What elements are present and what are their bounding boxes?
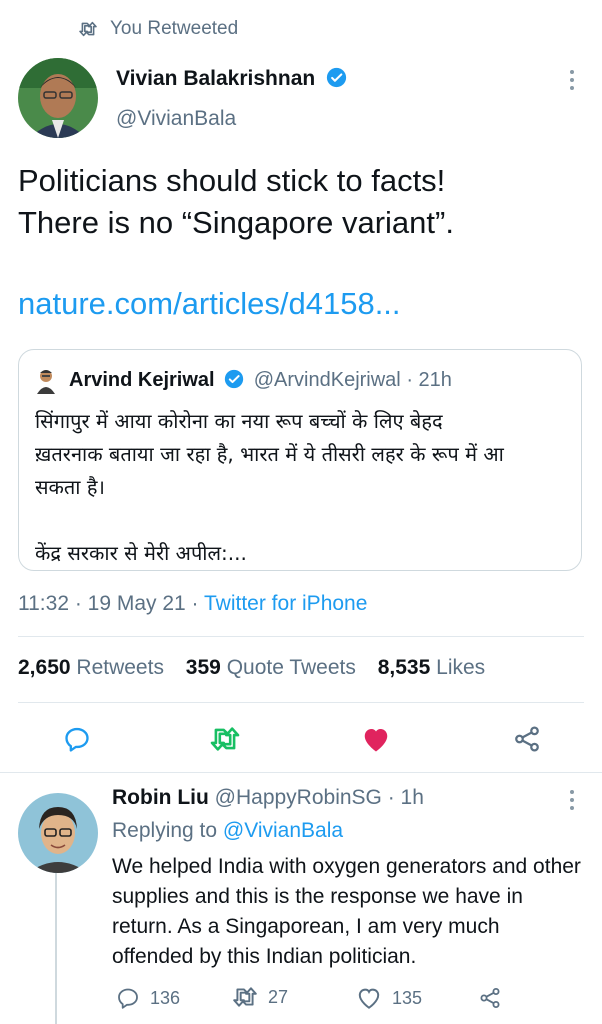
retweet-icon bbox=[78, 21, 100, 37]
quotes-count: 359 bbox=[185, 656, 221, 679]
reply-author-name[interactable]: Robin Liu bbox=[112, 786, 209, 809]
reply-like-button[interactable]: 135 bbox=[356, 986, 422, 1010]
likes-count: 8,535 bbox=[377, 656, 431, 679]
reply-count: 136 bbox=[150, 987, 181, 1008]
reply-button[interactable] bbox=[60, 722, 94, 756]
quoted-time: · 21h bbox=[406, 369, 452, 391]
reply-retweet-count: 27 bbox=[268, 986, 289, 1007]
divider bbox=[18, 702, 584, 703]
replying-to-handle[interactable]: @VivianBala bbox=[223, 819, 343, 842]
reply-avatar[interactable] bbox=[18, 793, 98, 873]
share-icon bbox=[480, 988, 500, 1008]
replying-to: Replying to @VivianBala bbox=[112, 819, 343, 843]
retweet-button[interactable] bbox=[205, 722, 245, 756]
retweet-icon bbox=[233, 987, 257, 1007]
quoted-text-line: सिंगापुर में आया कोरोना का नया रूप बच्चो… bbox=[35, 409, 443, 433]
likes-label: Likes bbox=[436, 656, 486, 679]
tweet-client-link[interactable]: Twitter for iPhone bbox=[204, 592, 367, 615]
quoted-avatar bbox=[35, 368, 57, 394]
retweets-stat[interactable]: 2,650 Retweets bbox=[18, 656, 164, 679]
tweet-text-line: There is no “Singapore variant”. bbox=[18, 205, 454, 240]
more-options-icon[interactable] bbox=[562, 70, 582, 90]
share-icon bbox=[515, 726, 539, 752]
author-handle[interactable]: @VivianBala bbox=[116, 107, 236, 131]
quoted-author-name: Arvind Kejriwal bbox=[69, 369, 215, 391]
quoted-text-line: केंद्र सरकार से मेरी अपील:... bbox=[35, 541, 247, 565]
retweet-header-label: You Retweeted bbox=[110, 18, 239, 39]
verified-badge-icon bbox=[224, 369, 244, 389]
quoted-author-handle: @ArvindKejriwal bbox=[253, 369, 401, 391]
tweet-stats: 2,650 Retweets 359 Quote Tweets 8,535 Li… bbox=[18, 656, 485, 680]
quoted-header: Arvind Kejriwal @ArvindKejriwal · 21h bbox=[69, 369, 452, 392]
divider bbox=[0, 772, 602, 773]
tweet-text: Politicians should stick to facts! There… bbox=[18, 160, 588, 244]
avatar[interactable] bbox=[18, 58, 98, 138]
replying-to-prefix: Replying to bbox=[112, 819, 218, 842]
reply-reply-button[interactable]: 136 bbox=[116, 986, 180, 1010]
like-button[interactable] bbox=[358, 722, 394, 756]
thread-line bbox=[55, 870, 57, 1024]
tweet-link[interactable]: nature.com/articles/d4158... bbox=[18, 286, 401, 322]
reply-icon bbox=[65, 727, 89, 752]
reply-author-handle[interactable]: @HappyRobinSG bbox=[215, 786, 382, 809]
likes-stat[interactable]: 8,535 Likes bbox=[378, 656, 485, 679]
quotes-label: Quote Tweets bbox=[226, 656, 356, 679]
reply-retweet-button[interactable]: 27 bbox=[232, 986, 288, 1008]
share-button[interactable] bbox=[510, 722, 544, 756]
tweet-timestamp: 11:32 · 19 May 21 · bbox=[18, 592, 204, 615]
reply-text: We helped India with oxygen generators a… bbox=[112, 855, 581, 968]
retweets-count: 2,650 bbox=[18, 656, 71, 679]
tweet-text-line: Politicians should stick to facts! bbox=[18, 163, 446, 198]
quoted-text-line: सकता है। bbox=[35, 475, 106, 499]
quote-tweets-stat[interactable]: 359 Quote Tweets bbox=[186, 656, 356, 679]
reply-icon bbox=[118, 988, 138, 1009]
retweets-label: Retweets bbox=[76, 656, 164, 679]
quoted-text-line: ख़तरनाक बताया जा रहा है, भारत में ये तीस… bbox=[35, 442, 504, 466]
quoted-tweet-card[interactable]: Arvind Kejriwal @ArvindKejriwal · 21h सि… bbox=[18, 349, 582, 571]
reply-time: · 1h bbox=[387, 786, 424, 809]
verified-badge-icon bbox=[326, 67, 347, 88]
tweet-meta: 11:32 · 19 May 21 · Twitter for iPhone bbox=[18, 592, 367, 616]
heart-icon bbox=[358, 988, 380, 1009]
reply-like-count: 135 bbox=[392, 987, 423, 1008]
heart-filled-icon bbox=[364, 729, 388, 752]
more-options-icon[interactable] bbox=[562, 790, 582, 810]
quoted-text: सिंगापुर में आया कोरोना का नया रूप बच्चो… bbox=[35, 405, 565, 570]
author-name-row: Vivian Balakrishnan bbox=[116, 67, 347, 91]
author-name[interactable]: Vivian Balakrishnan bbox=[116, 67, 315, 90]
reply-share-button[interactable] bbox=[478, 986, 512, 1010]
reply-header: Robin Liu @HappyRobinSG · 1h bbox=[112, 786, 424, 810]
retweet-header: You Retweeted bbox=[78, 14, 238, 44]
retweet-icon bbox=[210, 727, 240, 751]
divider bbox=[18, 636, 584, 637]
